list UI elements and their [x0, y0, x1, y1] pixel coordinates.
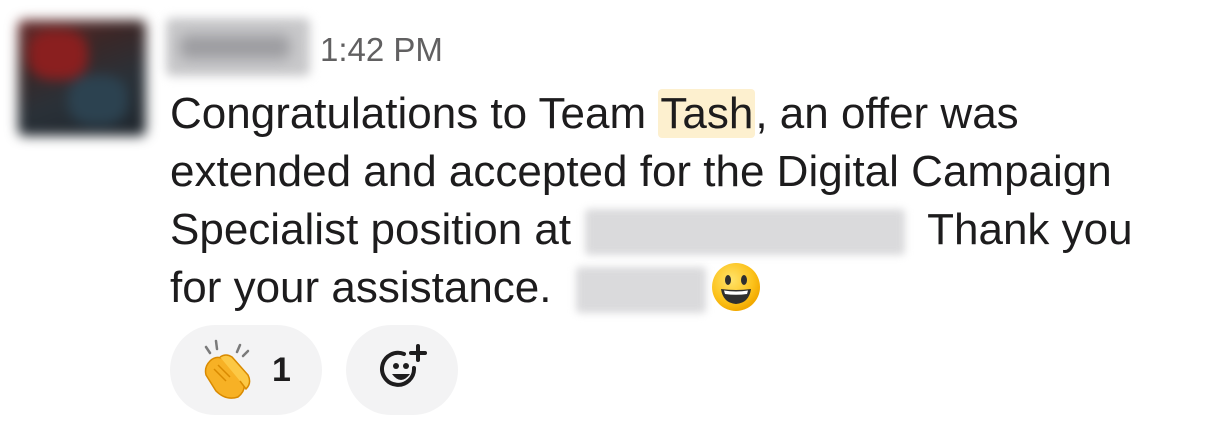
- user-mention[interactable]: Tash: [658, 89, 756, 138]
- add-reaction-button[interactable]: [346, 325, 458, 415]
- message-line-1: Congratulations to Team Tash, an offer w…: [170, 85, 1200, 143]
- add-reaction-icon: [380, 344, 427, 387]
- reaction-clap-button[interactable]: 1: [170, 325, 322, 415]
- message-timestamp[interactable]: 1:42 PM: [320, 28, 443, 72]
- message-line-2: extended and accepted for the Digital Ca…: [170, 147, 1112, 196]
- message-text-segment: , an offer was: [755, 89, 1019, 138]
- message-line-3: Specialist position at Thank you: [170, 201, 1200, 259]
- message-line-4: for your assistance.: [170, 259, 1200, 317]
- message-text-segment: Congratulations to Team: [170, 89, 659, 138]
- chat-message: 1:42 PM Congratulations to Team Tash, an…: [0, 0, 1231, 423]
- smiley-face-icon: [711, 263, 760, 312]
- company-name-redacted: [585, 209, 906, 256]
- message-text-segment: Specialist position at: [170, 205, 572, 254]
- clapping-hands-icon: [204, 339, 251, 399]
- reaction-count: 1: [272, 350, 291, 389]
- message-text-segment: for your assistance.: [170, 263, 552, 312]
- message-text-segment: Thank you: [927, 205, 1133, 254]
- avatar[interactable]: [18, 20, 146, 136]
- sender-name-redacted-inner: [180, 35, 290, 59]
- user-mention-redacted: [575, 267, 706, 314]
- message-body: Congratulations to Team Tash, an offer w…: [170, 85, 1200, 317]
